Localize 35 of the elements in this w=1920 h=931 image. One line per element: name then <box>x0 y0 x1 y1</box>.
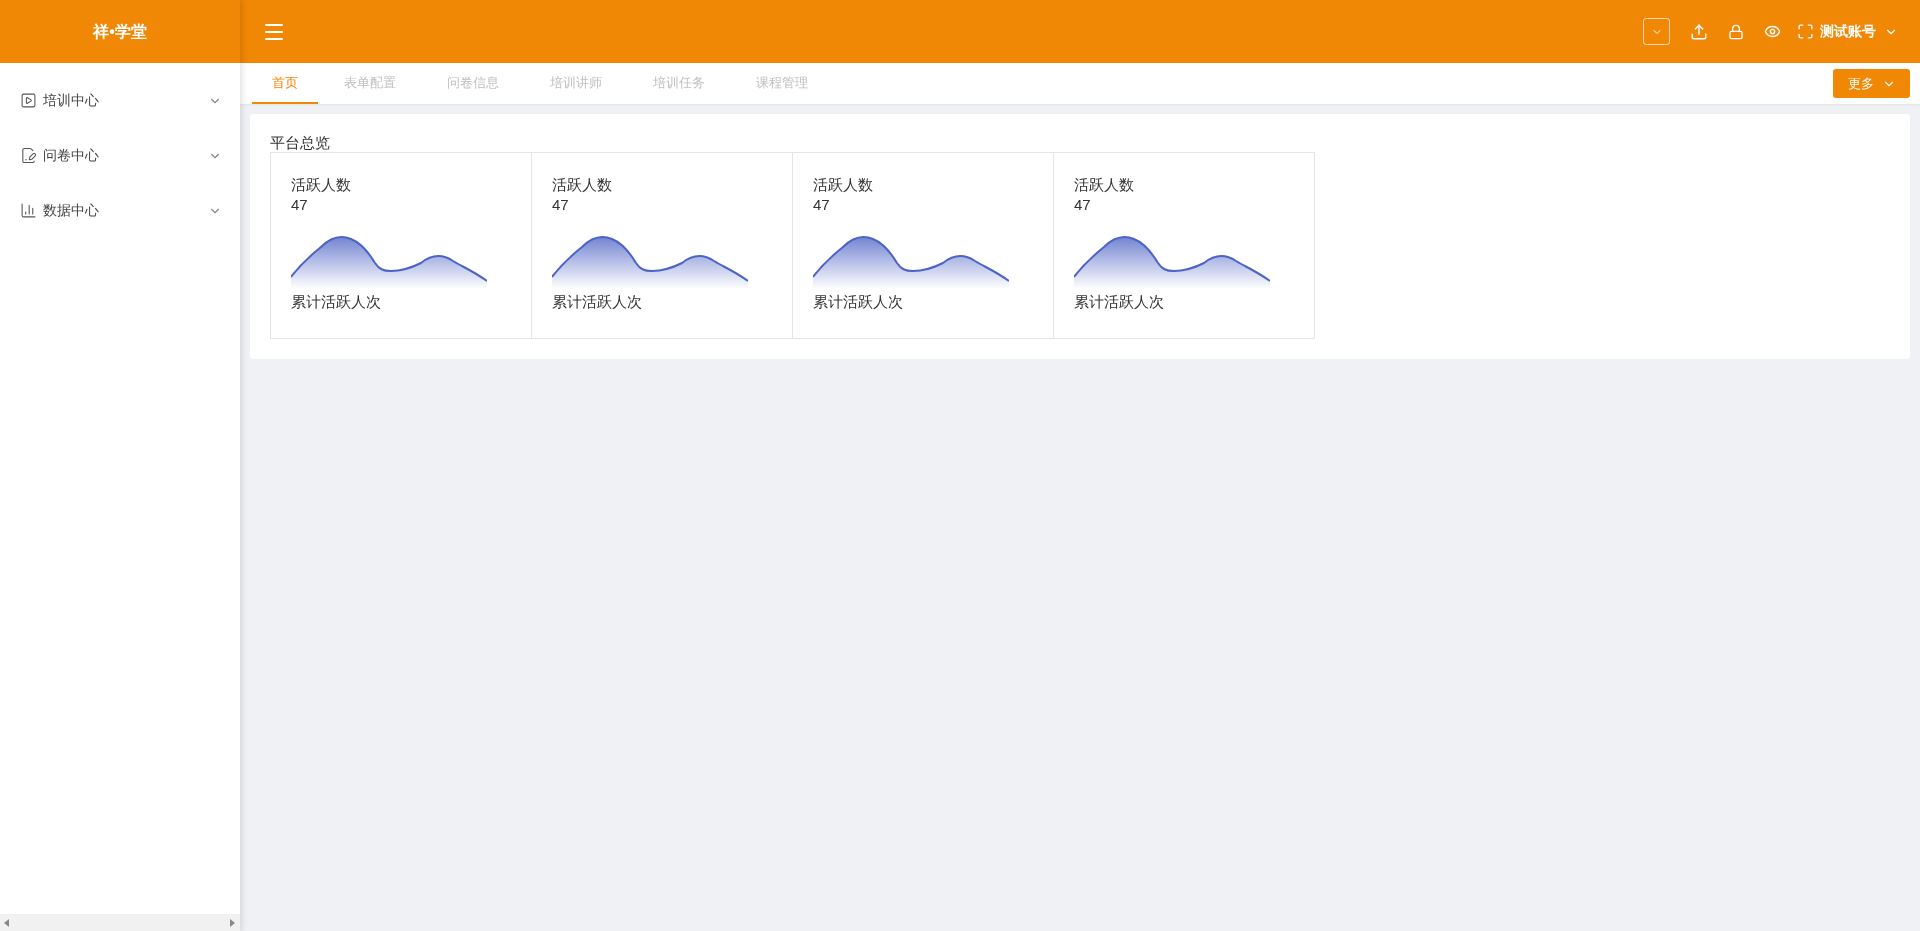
stat-value: 47 <box>291 195 309 215</box>
tab[interactable]: 首页 <box>252 63 318 104</box>
stat-title: 活跃人数 <box>1074 175 1135 195</box>
dropdown-toggle[interactable] <box>1643 18 1670 45</box>
stat-value: 47 <box>552 195 570 215</box>
stat-value: 47 <box>813 195 831 215</box>
tab[interactable]: 培训任务 <box>627 63 730 104</box>
left-arrow-icon <box>4 918 10 927</box>
sidebar-item[interactable]: 数据中心 <box>0 183 240 238</box>
upload-icon[interactable] <box>1690 22 1708 41</box>
right-arrow-icon <box>230 918 236 927</box>
fullscreen-icon[interactable] <box>1797 23 1814 40</box>
sidebar-item[interactable]: 培训中心 <box>0 73 240 128</box>
tab[interactable]: 问卷信息 <box>421 63 524 104</box>
logo: 祥•学堂 <box>0 0 240 63</box>
stat-title: 活跃人数 <box>291 175 352 195</box>
play-icon <box>20 92 37 109</box>
stat-caption: 累计活跃人次 <box>813 292 904 312</box>
tab[interactable]: 课程管理 <box>730 63 833 104</box>
bar-chart-icon <box>20 202 37 219</box>
panel-title: 平台总览 <box>270 134 331 152</box>
stat-caption: 累计活跃人次 <box>1074 292 1165 312</box>
lock-icon[interactable] <box>1728 23 1744 40</box>
sidebar-item[interactable]: 问卷中心 <box>0 128 240 183</box>
stat-caption: 累计活跃人次 <box>291 292 382 312</box>
stat-value: 47 <box>1074 195 1092 215</box>
stat-caption: 累计活跃人次 <box>552 292 643 312</box>
eye-icon[interactable] <box>1764 23 1781 40</box>
user-menu[interactable]: 测试账号 <box>1820 21 1898 42</box>
tab[interactable]: 培训讲师 <box>524 63 627 104</box>
stat-title: 活跃人数 <box>552 175 613 195</box>
stat-title: 活跃人数 <box>813 175 874 195</box>
more-button[interactable]: 更多 <box>1833 69 1910 98</box>
document-pen-icon <box>20 147 37 164</box>
tab[interactable]: 表单配置 <box>318 63 421 104</box>
